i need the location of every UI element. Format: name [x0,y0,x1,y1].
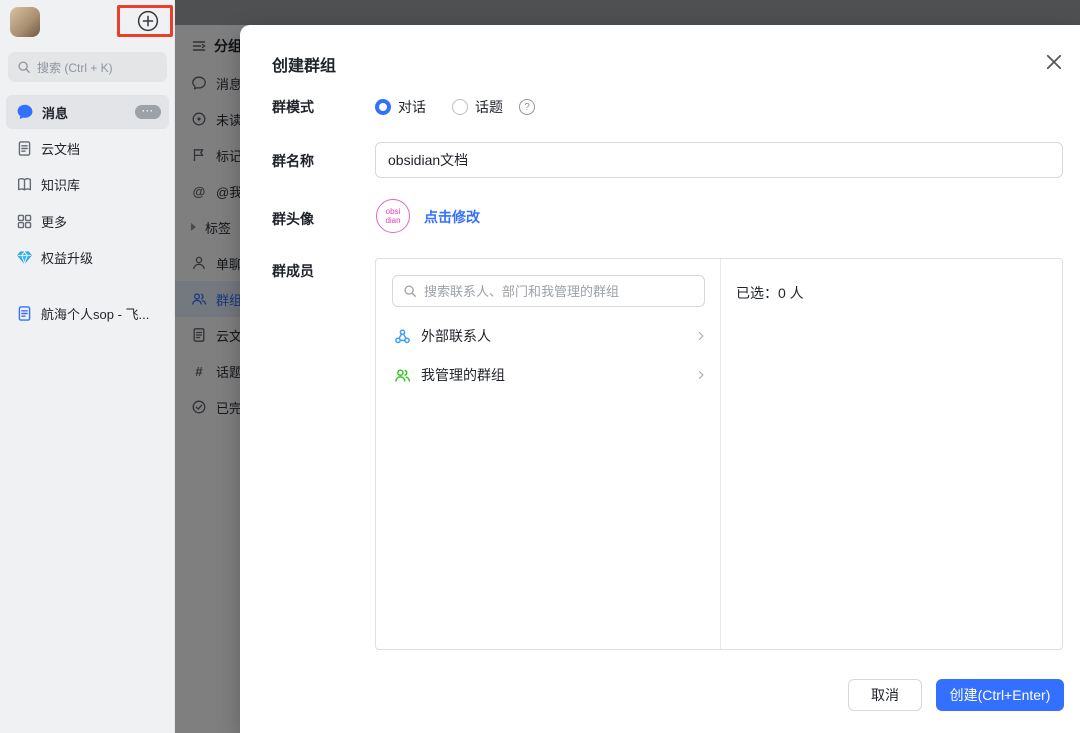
sidebar-search-placeholder: 搜索 (Ctrl + K) [37,60,113,75]
grid-icon [16,213,33,230]
user-avatar[interactable] [10,7,40,37]
group-avatar-label: 群头像 [272,211,314,227]
members-picker-panel: 外部联系人 我管理的群组 已选：0 人 [375,258,1063,650]
group-avatar-text-line1: obsi [385,207,401,216]
app-window: 分组 消息 未读 标记 @ @我 标签 单聊 群组 [0,0,1080,733]
search-icon [17,60,31,74]
radio-topic-mode[interactable] [452,99,468,115]
group-name-input[interactable] [375,142,1063,178]
sidebar-item-label: 航海个人sop - 飞... [41,306,150,322]
managed-groups-icon [394,367,411,384]
help-icon[interactable]: ? [519,99,535,115]
create-button[interactable]: 创建(Ctrl+Enter) [936,679,1064,711]
sidebar-item-label: 权益升级 [41,250,94,266]
selected-count: 已选：0 人 [736,285,804,301]
source-external-contacts[interactable]: 外部联系人 [376,317,721,355]
mute-badge: ··· [135,105,161,119]
sidebar-item-pinned-doc[interactable]: 航海个人sop - 飞... [6,296,169,330]
members-selected-pane: 已选：0 人 [721,259,1062,649]
cancel-button[interactable]: 取消 [848,679,922,711]
chat-filled-icon [16,103,34,121]
change-avatar-link[interactable]: 点击修改 [424,207,480,227]
members-search-input[interactable] [424,283,694,299]
group-avatar[interactable]: obsi dian [376,199,410,233]
group-name-label: 群名称 [272,153,314,169]
diamond-icon [16,249,33,266]
group-mode-label: 群模式 [272,99,314,115]
members-source-pane: 外部联系人 我管理的群组 [376,259,721,649]
close-icon[interactable] [1041,49,1067,75]
radio-chat-mode[interactable] [375,99,391,115]
radio-chat-mode-label[interactable]: 对话 [398,97,426,117]
sidebar-item-more[interactable]: 更多 [6,204,169,238]
sidebar-item-label: 知识库 [41,177,81,193]
sidebar-item-messages[interactable]: 消息 ··· [6,95,169,129]
group-mode-options: 对话 话题 ? [375,95,535,119]
sidebar-item-label: 消息 [42,105,69,121]
app-sidebar: 搜索 (Ctrl + K) 消息 ··· 云文档 知识库 更多 权益升级 航海个… [0,0,175,733]
sidebar-item-wiki[interactable]: 知识库 [6,167,169,201]
group-avatar-text-line2: dian [385,216,401,225]
external-contacts-icon [394,328,411,345]
doc-icon [16,140,33,157]
book-icon [16,176,33,193]
sidebar-item-label: 更多 [41,214,68,230]
chevron-right-icon [695,369,707,381]
create-group-modal: 创建群组 群模式 对话 话题 ? 群名称 群头像 obsi dian 点击修改 … [240,25,1080,733]
chevron-right-icon [695,330,707,342]
modal-title: 创建群组 [272,58,337,75]
doc-blue-icon [16,305,33,322]
sidebar-item-label: 云文档 [41,141,81,157]
search-icon [403,284,417,298]
source-label: 外部联系人 [421,328,491,344]
sidebar-search[interactable]: 搜索 (Ctrl + K) [8,52,167,82]
sidebar-item-upgrade[interactable]: 权益升级 [6,240,169,274]
source-label: 我管理的群组 [421,367,505,383]
sidebar-item-docs[interactable]: 云文档 [6,131,169,165]
group-members-label: 群成员 [272,263,314,279]
source-managed-groups[interactable]: 我管理的群组 [376,356,721,394]
radio-topic-mode-label[interactable]: 话题 [475,97,503,117]
members-search-box[interactable] [392,275,705,307]
create-plus-button[interactable] [136,9,160,33]
